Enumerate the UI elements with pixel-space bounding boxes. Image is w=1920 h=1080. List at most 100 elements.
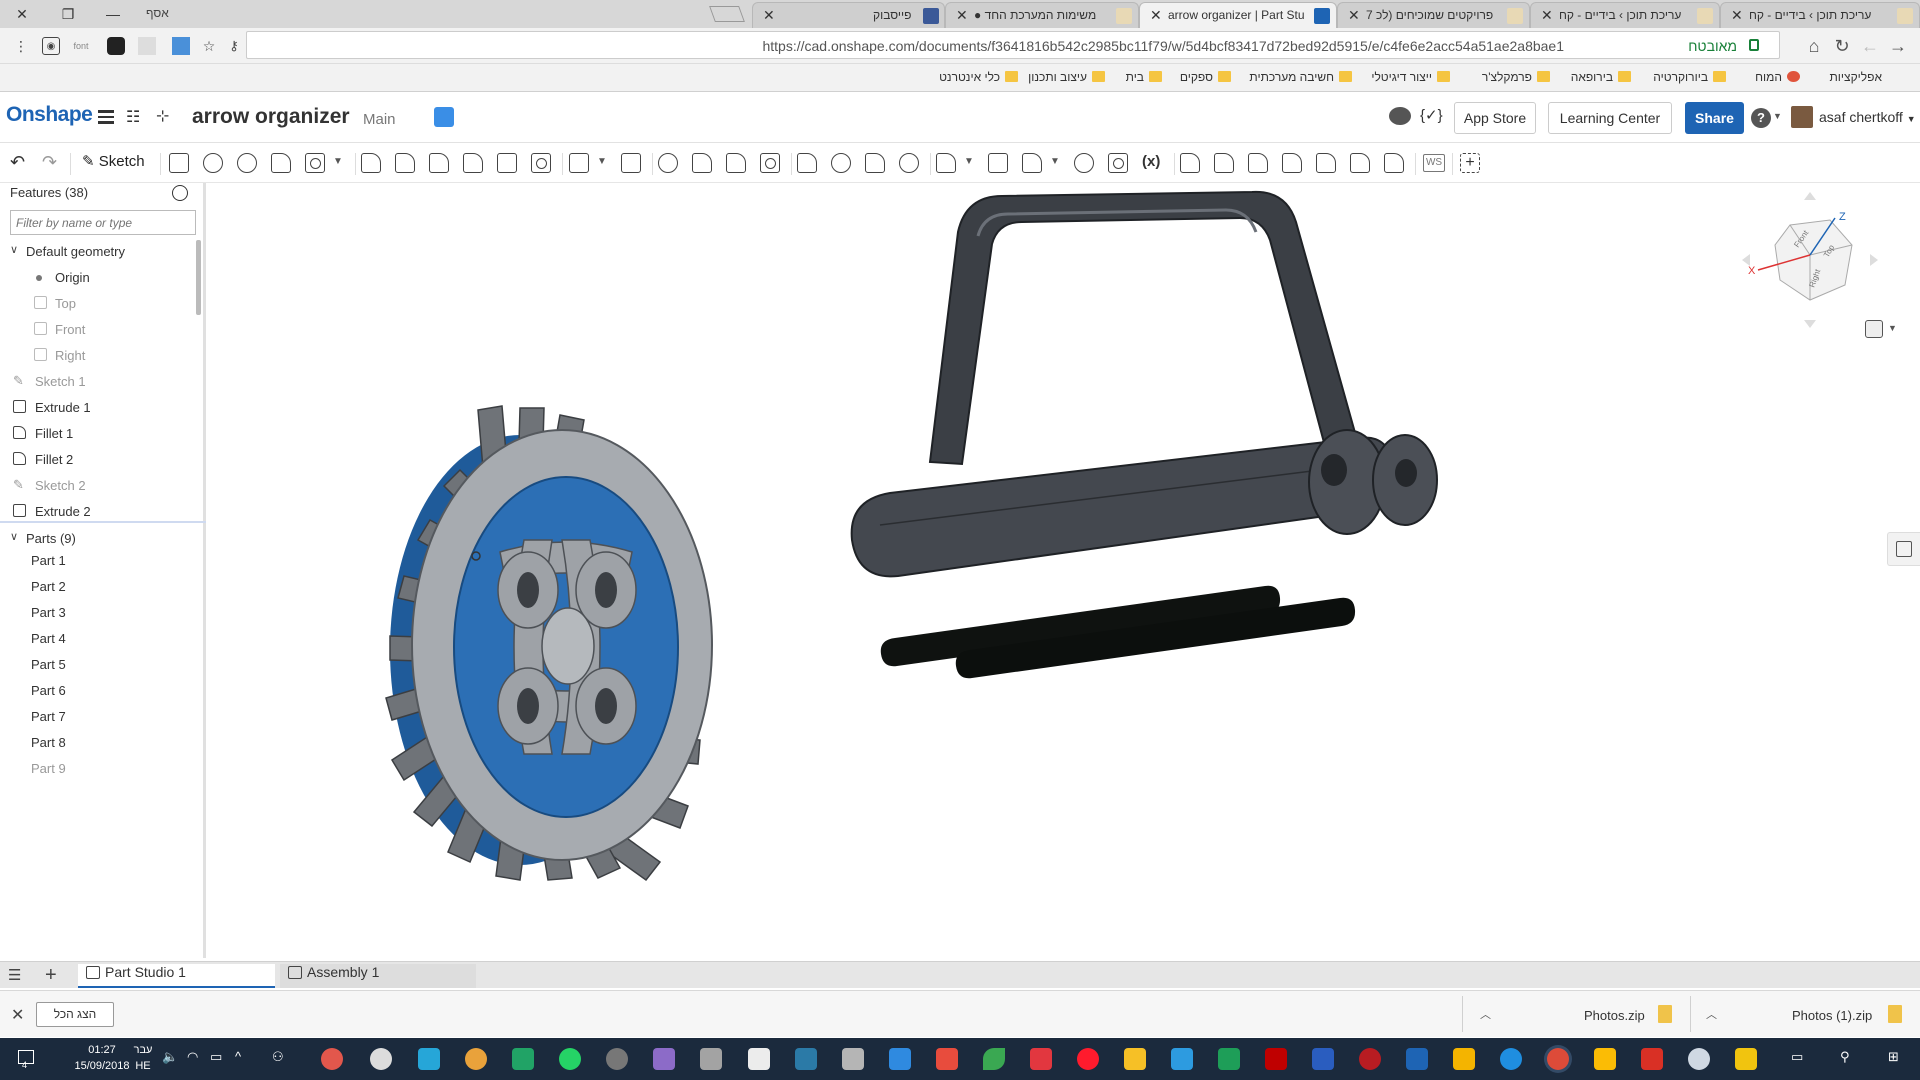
- mate-connector-icon[interactable]: [988, 153, 1008, 173]
- extension-icon[interactable]: ◉: [42, 37, 60, 55]
- part-row[interactable]: Part 3: [0, 601, 196, 625]
- app-icon[interactable]: [795, 1048, 817, 1070]
- bookmark-folder[interactable]: פרמקלצ'ר: [1482, 70, 1550, 84]
- extrude-icon[interactable]: [169, 153, 189, 173]
- browser-tab[interactable]: ✕ פייסבוק: [752, 2, 945, 28]
- compute-icon[interactable]: [1108, 153, 1128, 173]
- modify-fillet-icon[interactable]: [797, 153, 817, 173]
- measure-icon[interactable]: [1074, 153, 1094, 173]
- forward-arrow-icon[interactable]: ←: [1860, 36, 1880, 56]
- shell-icon[interactable]: [497, 153, 517, 173]
- home-icon[interactable]: ⌂: [1804, 36, 1824, 56]
- close-tab-icon[interactable]: ✕: [1150, 7, 1162, 24]
- feature-row[interactable]: Top: [0, 292, 196, 316]
- draft-icon[interactable]: [429, 153, 449, 173]
- feature-filter-input[interactable]: [10, 210, 196, 235]
- browser-tab[interactable]: ✕ 7 פרויקטים שמוכיחים (לכ: [1337, 2, 1530, 28]
- bookmark-folder[interactable]: המוח: [1755, 70, 1800, 84]
- delete-part-icon[interactable]: [760, 153, 780, 173]
- hole-icon[interactable]: [531, 153, 551, 173]
- panel-divider[interactable]: [0, 521, 206, 523]
- plane-icon[interactable]: [936, 153, 956, 173]
- comments-icon[interactable]: [1389, 107, 1411, 125]
- close-download-bar-icon[interactable]: ✕: [11, 1005, 24, 1025]
- form-icon[interactable]: [1316, 153, 1336, 173]
- app-icon[interactable]: [1688, 1048, 1710, 1070]
- bookmark-apps[interactable]: אפליקציות: [1830, 70, 1882, 84]
- close-tab-icon[interactable]: ✕: [956, 7, 968, 24]
- bookmark-folder[interactable]: כלי אינטרנט: [939, 70, 1018, 84]
- app-icon[interactable]: [606, 1048, 628, 1070]
- whatsapp-app-icon[interactable]: [559, 1048, 581, 1070]
- app-icon[interactable]: [465, 1048, 487, 1070]
- part-row[interactable]: Part 1: [0, 549, 196, 573]
- app-icon[interactable]: [842, 1048, 864, 1070]
- battery-icon[interactable]: ▭: [210, 1049, 222, 1065]
- people-icon[interactable]: ⚇: [272, 1049, 284, 1065]
- chevron-down-icon[interactable]: ▼: [597, 156, 607, 167]
- delete-face-icon[interactable]: [831, 153, 851, 173]
- part-row[interactable]: Part 8: [0, 731, 196, 755]
- windows-start-icon[interactable]: ⊞: [1888, 1049, 1899, 1065]
- app-icon[interactable]: [653, 1048, 675, 1070]
- thicken-icon[interactable]: [305, 153, 325, 173]
- extension-icon[interactable]: [107, 37, 125, 55]
- viewcube-right-arrow-icon[interactable]: [1870, 254, 1878, 266]
- sheets-app-icon[interactable]: [512, 1048, 534, 1070]
- app-icon[interactable]: [983, 1048, 1005, 1070]
- help-icon[interactable]: ?: [1751, 108, 1771, 128]
- add-tab-icon[interactable]: +: [45, 964, 57, 987]
- handle-holder-model[interactable]: [850, 190, 1438, 578]
- feature-row[interactable]: Fillet 2: [0, 448, 196, 472]
- close-tab-icon[interactable]: ✕: [1541, 7, 1553, 24]
- helix-icon[interactable]: [1022, 153, 1042, 173]
- onshape-logo[interactable]: Onshape: [6, 103, 93, 127]
- part-row[interactable]: Part 2: [0, 575, 196, 599]
- 3d-scene[interactable]: [209, 183, 1920, 958]
- extension-icon[interactable]: [138, 37, 156, 55]
- bookmark-folder[interactable]: בית: [1126, 70, 1162, 84]
- restore-window-icon[interactable]: ❐: [58, 4, 78, 24]
- chamfer-icon[interactable]: [395, 153, 415, 173]
- wifi-icon[interactable]: ◠: [187, 1049, 198, 1065]
- onshape-app-icon[interactable]: [1406, 1048, 1428, 1070]
- search-icon[interactable]: ⚲: [1840, 1049, 1850, 1065]
- bookmark-folder[interactable]: חשיבה מערכתית: [1249, 70, 1352, 84]
- boolean-icon[interactable]: [658, 153, 678, 173]
- asana-app-icon[interactable]: [321, 1048, 343, 1070]
- part-row[interactable]: Part 9: [0, 757, 196, 781]
- google-drive-app-icon[interactable]: [1453, 1048, 1475, 1070]
- user-name[interactable]: asaf chertkoff ▼: [1819, 109, 1916, 125]
- corner-icon[interactable]: [1350, 153, 1370, 173]
- hamburger-menu-icon[interactable]: [98, 108, 114, 124]
- rods-model[interactable]: [880, 585, 1356, 679]
- chevron-down-icon[interactable]: ∨: [10, 243, 18, 256]
- close-tab-icon[interactable]: ✕: [1348, 7, 1360, 24]
- insert-icon[interactable]: ⊹: [156, 106, 176, 126]
- opera-app-icon[interactable]: [1077, 1048, 1099, 1070]
- part-row[interactable]: Part 4: [0, 627, 196, 651]
- app-icon[interactable]: [936, 1048, 958, 1070]
- app-icon[interactable]: [1124, 1048, 1146, 1070]
- part-row[interactable]: Part 6: [0, 679, 196, 703]
- view-mode-cube-icon[interactable]: [1865, 320, 1883, 338]
- chevron-down-icon[interactable]: ▼: [1888, 323, 1897, 333]
- document-title[interactable]: arrow organizer: [192, 105, 350, 129]
- variable-icon[interactable]: (x): [1142, 153, 1160, 170]
- address-bar[interactable]: https://cad.onshape.com/documents/f36418…: [246, 31, 1780, 59]
- app-icon[interactable]: [370, 1048, 392, 1070]
- share-button[interactable]: Share: [1685, 102, 1744, 134]
- app-icon[interactable]: [1312, 1048, 1334, 1070]
- show-all-downloads-button[interactable]: הצג הכל: [36, 1002, 114, 1027]
- reload-icon[interactable]: ↻: [1832, 36, 1852, 56]
- bookmark-folder[interactable]: ספקים: [1180, 70, 1231, 84]
- default-geometry-group[interactable]: ∨ Default geometry: [0, 240, 196, 264]
- finish-sheet-metal-icon[interactable]: [1384, 153, 1404, 173]
- avatar[interactable]: [1791, 106, 1813, 128]
- graphics-viewport[interactable]: [209, 183, 1920, 958]
- version-graph-icon[interactable]: [434, 107, 454, 127]
- file-explorer-app-icon[interactable]: [1735, 1048, 1757, 1070]
- feature-tree-icon[interactable]: ☷: [126, 107, 146, 127]
- linear-pattern-icon[interactable]: [569, 153, 589, 173]
- split-icon[interactable]: [692, 153, 712, 173]
